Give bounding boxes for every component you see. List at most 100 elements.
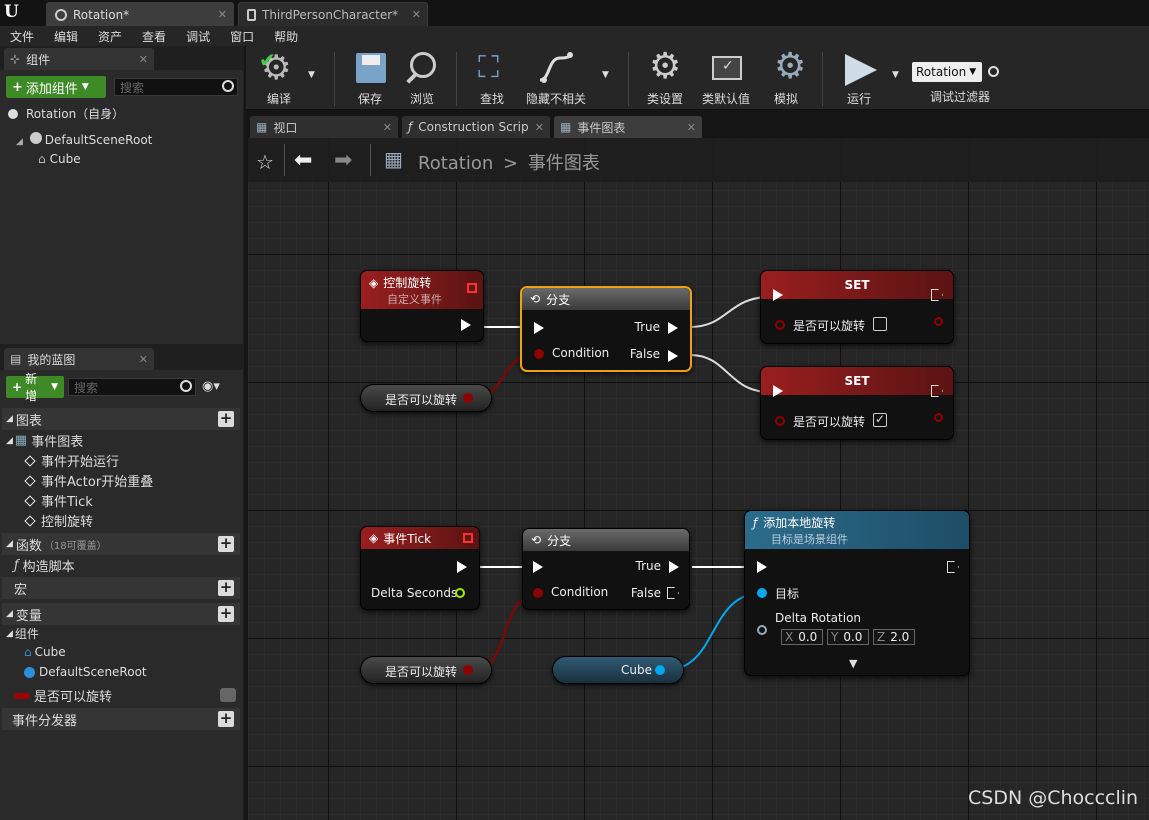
menu-help[interactable]: 帮助: [274, 28, 298, 45]
add-macro-button[interactable]: +: [218, 580, 234, 596]
node-set-1[interactable]: SET 是否可以旋转: [760, 270, 954, 344]
construction-script-item[interactable]: ƒ 构造脚本: [14, 556, 75, 575]
bool-checkbox[interactable]: [873, 317, 887, 331]
tab-viewport[interactable]: ▦ 视口 ✕: [250, 116, 398, 138]
float-out-pin[interactable]: [455, 588, 465, 598]
eye-closed-icon[interactable]: [220, 688, 236, 702]
expand-node-icon[interactable]: ▼: [849, 657, 857, 670]
add-component-button[interactable]: + 添加组件 ▼: [6, 76, 106, 98]
node-cube-reference[interactable]: Cube: [552, 656, 684, 684]
simulate-button[interactable]: ⚙ 模拟: [762, 46, 810, 110]
bool-out-pin[interactable]: [934, 413, 943, 422]
rotation-y-input[interactable]: Y 0.0: [827, 629, 869, 645]
node-branch-2[interactable]: ⟲ 分支 True Condition False: [522, 528, 690, 610]
true-exec-pin[interactable]: [668, 322, 678, 334]
event-item-beginplay[interactable]: 事件开始运行: [24, 451, 119, 470]
event-item-overlap[interactable]: 事件Actor开始重叠: [24, 471, 153, 490]
node-custom-event[interactable]: ◈ 控制旋转 自定义事件: [360, 270, 484, 342]
component-root[interactable]: Rotation（自身）: [8, 105, 124, 122]
false-exec-pin[interactable]: [667, 587, 679, 599]
bool-out-pin[interactable]: [934, 317, 943, 326]
add-dispatcher-button[interactable]: +: [218, 711, 234, 727]
components-tab[interactable]: ⊹ 组件 ✕: [4, 48, 154, 70]
tree-item-cube[interactable]: ⌂ Cube: [38, 152, 81, 166]
object-out-pin[interactable]: [655, 665, 665, 675]
tab-thirdpersoncharacter[interactable]: ThirdPersonCharacter* ✕: [238, 2, 428, 26]
menu-edit[interactable]: 编辑: [54, 28, 78, 45]
delegate-pin-icon[interactable]: [463, 533, 473, 543]
node-branch-1[interactable]: ⟲ 分支 True Condition False: [520, 286, 692, 372]
close-icon[interactable]: ✕: [535, 121, 544, 134]
eye-icon[interactable]: ◉▾: [202, 379, 220, 394]
exec-out-pin[interactable]: [461, 319, 471, 331]
tab-event-graph[interactable]: ▦ 事件图表 ✕: [554, 116, 702, 138]
hide-unrelated-button[interactable]: 隐藏不相关: [522, 46, 590, 110]
tab-construction-script[interactable]: ƒ Construction Scrip ✕: [402, 116, 550, 138]
node-get-variable-1[interactable]: 是否可以旋转: [360, 384, 492, 412]
compile-button[interactable]: ⚙ ✔ 编译: [254, 46, 304, 110]
add-variable-button[interactable]: +: [218, 606, 234, 622]
play-options-icon[interactable]: ▼: [892, 70, 899, 80]
exec-out-pin[interactable]: [457, 561, 467, 573]
true-exec-pin[interactable]: [669, 561, 679, 573]
save-button[interactable]: 保存: [346, 46, 394, 110]
section-dispatchers[interactable]: 事件分发器 +: [2, 708, 240, 730]
close-icon[interactable]: ✕: [687, 121, 696, 134]
exec-out-pin[interactable]: [947, 561, 959, 573]
exec-in-pin[interactable]: [533, 561, 543, 573]
tab-rotation[interactable]: Rotation* ✕: [46, 2, 234, 26]
exec-in-pin[interactable]: [534, 322, 544, 334]
section-macros[interactable]: 宏 +: [2, 577, 240, 599]
find-button[interactable]: ⛶ 查找: [468, 46, 516, 110]
menu-file[interactable]: 文件: [10, 28, 34, 45]
rotator-pin[interactable]: [757, 625, 767, 635]
bool-out-pin[interactable]: [463, 665, 473, 675]
exec-in-pin[interactable]: [773, 289, 783, 301]
class-settings-button[interactable]: ⚙ 类设置: [640, 46, 690, 110]
menu-debug[interactable]: 调试: [186, 28, 210, 45]
compile-options-icon[interactable]: ▼: [308, 70, 315, 80]
event-item-tick[interactable]: 事件Tick: [24, 491, 93, 510]
play-button[interactable]: 运行: [834, 46, 884, 110]
close-icon[interactable]: ✕: [383, 121, 392, 134]
section-graphs[interactable]: ◢ 图表 +: [2, 408, 240, 430]
variable-cube[interactable]: ⌂ Cube: [24, 645, 66, 659]
node-event-tick[interactable]: ◈ 事件Tick Delta Seconds: [360, 526, 480, 610]
bool-in-pin[interactable]: [775, 416, 785, 426]
class-defaults-button[interactable]: ✓ 类默认值: [696, 46, 756, 110]
my-blueprint-tab[interactable]: ▤ 我的蓝图 ✕: [4, 348, 154, 370]
debug-search-icon[interactable]: [988, 66, 999, 77]
browse-button[interactable]: 浏览: [398, 46, 446, 110]
component-search-input[interactable]: 搜索: [114, 78, 238, 96]
close-icon[interactable]: ✕: [412, 8, 421, 21]
debug-object-select[interactable]: Rotation ▼: [912, 62, 982, 82]
close-icon[interactable]: ✕: [218, 8, 227, 21]
variable-can-rotate[interactable]: 是否可以旋转: [14, 686, 112, 705]
exec-in-pin[interactable]: [773, 385, 783, 397]
blueprint-search-input[interactable]: 搜索: [68, 378, 196, 396]
graph-canvas[interactable]: ☆ ⬅ ➡ ▦ Rotation > 事件图表 ◈ 控制旋转 自定义事件 ⟲ 分…: [248, 138, 1149, 820]
components-category[interactable]: ◢ 组件: [6, 625, 39, 642]
menu-view[interactable]: 查看: [142, 28, 166, 45]
hide-options-icon[interactable]: ▼: [602, 70, 609, 80]
bool-out-pin[interactable]: [463, 393, 473, 403]
close-icon[interactable]: ✕: [139, 53, 148, 66]
new-button[interactable]: + 新增 ▼: [6, 372, 64, 403]
node-add-local-rotation[interactable]: ƒ 添加本地旋转 目标是场景组件 目标 Delta Rotation X 0.0 Y…: [744, 510, 970, 676]
section-functions[interactable]: ◢ 函数 （18可覆盖） +: [2, 533, 240, 555]
add-function-button[interactable]: +: [218, 536, 234, 552]
menu-asset[interactable]: 资产: [98, 28, 122, 45]
false-exec-pin[interactable]: [668, 350, 678, 362]
bool-checkbox-checked[interactable]: ✓: [873, 413, 887, 427]
node-get-variable-2[interactable]: 是否可以旋转: [360, 656, 492, 684]
close-icon[interactable]: ✕: [139, 353, 148, 366]
rotation-z-input[interactable]: Z 2.0: [873, 629, 915, 645]
tree-item-defaultsceneroot[interactable]: ◢ DefaultSceneRoot: [16, 132, 152, 147]
node-set-2[interactable]: SET 是否可以旋转 ✓: [760, 366, 954, 440]
condition-pin[interactable]: [534, 349, 544, 359]
add-graph-button[interactable]: +: [218, 411, 234, 427]
event-item-control-rotation[interactable]: 控制旋转: [24, 511, 93, 530]
delegate-pin-icon[interactable]: [467, 283, 477, 293]
target-pin[interactable]: [757, 588, 767, 598]
condition-pin[interactable]: [533, 588, 543, 598]
